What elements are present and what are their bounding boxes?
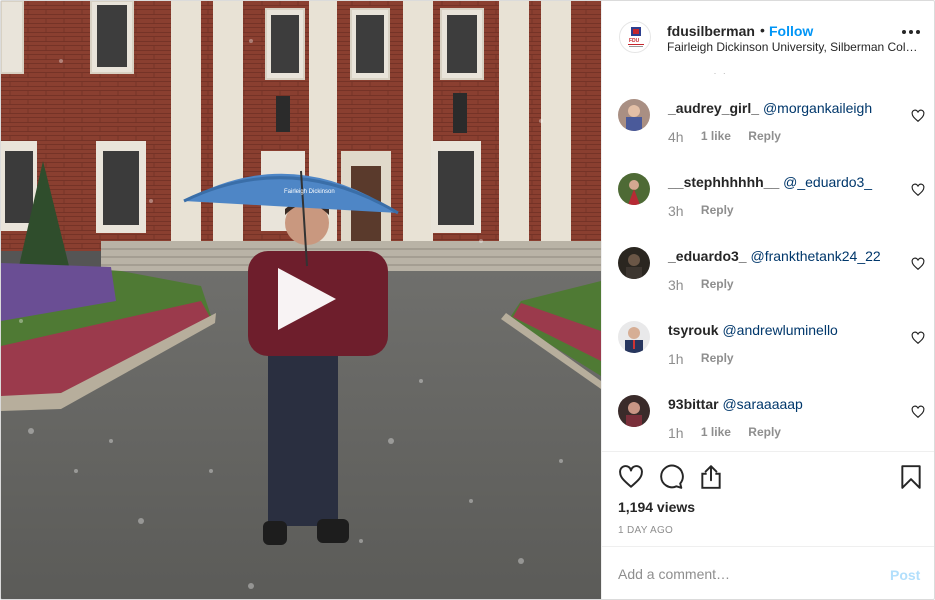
comment-time[interactable]: 1h [668,351,684,367]
comment-item: 93bittar @saraaaaap 1h 1 like Reply [602,395,934,451]
comment-username[interactable]: 93bittar [668,396,719,412]
commenter-avatar[interactable] [618,395,650,427]
heart-icon[interactable] [911,257,925,271]
clipped-previous-comment: · · [713,73,727,79]
follow-button[interactable]: Follow [769,23,813,39]
comment-username[interactable]: _audrey_girl_ [668,100,759,116]
post-timestamp[interactable]: 1 DAY AGO [618,525,673,536]
heart-icon[interactable] [911,183,925,197]
reply-button[interactable]: Reply [701,203,734,217]
author-avatar[interactable]: FDU [619,21,651,53]
post-side-panel: FDU fdusilberman • Follow Fairleigh Dick… [601,1,934,599]
comment-likes[interactable]: 1 like [701,129,731,143]
comment-mention[interactable]: @frankthetank24_22 [750,248,880,264]
play-icon[interactable] [272,266,338,332]
umbrella-logo-text: Fairleigh Dickinson [284,189,335,195]
comment-username[interactable]: __stephhhhhh__ [668,174,779,190]
reply-button[interactable]: Reply [701,277,734,291]
comment-mention[interactable]: @morgankaileigh [763,100,872,116]
heart-icon[interactable] [911,109,925,123]
more-horizontal-icon[interactable] [901,23,921,39]
comment-username[interactable]: tsyrouk [668,322,719,338]
comment-time[interactable]: 3h [668,203,684,219]
comment-mention[interactable]: @saraaaaap [722,396,802,412]
reply-button[interactable]: Reply [701,351,734,365]
add-comment-input[interactable] [618,564,878,584]
share-icon[interactable] [698,464,724,490]
view-count[interactable]: 1,194 views [618,499,695,515]
comment-time[interactable]: 4h [668,129,684,145]
heart-icon[interactable] [911,405,925,419]
commenter-avatar[interactable] [618,173,650,205]
comment-item: _eduardo3_ @frankthetank24_22 3h Reply [602,247,934,321]
post-actions: 1,194 views 1 DAY AGO [602,451,934,546]
post-comment-button[interactable]: Post [890,567,920,583]
comment-item: __stephhhhhh__ @_eduardo3_ 3h Reply [602,173,934,247]
comment-item: tsyrouk @andrewluminello 1h Reply [602,321,934,395]
post-location[interactable]: Fairleigh Dickinson University, Silberma… [667,40,919,54]
reply-button[interactable]: Reply [748,129,781,143]
comments-list[interactable]: · · _audrey_girl_ @morgankaileigh 4h 1 l… [602,73,934,451]
commenter-avatar[interactable] [618,99,650,131]
comment-item: _audrey_girl_ @morgankaileigh 4h 1 like … [602,99,934,173]
heart-icon[interactable] [911,331,925,345]
avatar-text: FDU [629,38,640,44]
commenter-avatar[interactable] [618,321,650,353]
author-username[interactable]: fdusilberman [667,23,755,39]
add-comment-bar: Post [602,546,934,599]
comment-icon[interactable] [658,464,684,490]
header-separator: • [760,22,765,38]
post-video[interactable]: Fairleigh Dickinson [1,1,601,599]
heart-icon[interactable] [618,464,644,490]
comment-mention[interactable]: @andrewluminello [722,322,837,338]
reply-button[interactable]: Reply [748,425,781,439]
comment-time[interactable]: 1h [668,425,684,441]
commenter-avatar[interactable] [618,247,650,279]
comment-mention[interactable]: @_eduardo3_ [783,174,872,190]
comment-time[interactable]: 3h [668,277,684,293]
post-dialog: Fairleigh Dickinson FDU fdusilberman • F… [0,0,935,600]
bookmark-icon[interactable] [898,464,924,490]
post-header: FDU fdusilberman • Follow Fairleigh Dick… [602,1,934,73]
comment-username[interactable]: _eduardo3_ [668,248,747,264]
fdu-logo-icon: FDU [628,27,644,47]
comment-likes[interactable]: 1 like [701,425,731,439]
